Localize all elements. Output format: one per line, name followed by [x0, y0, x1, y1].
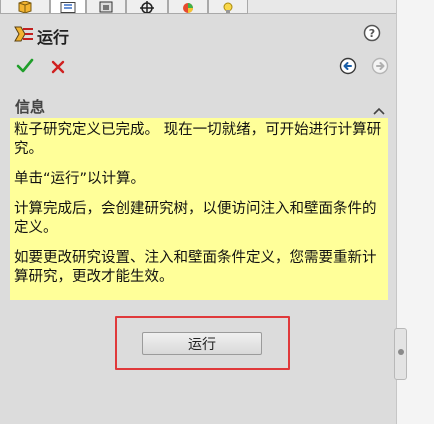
info-group-header[interactable]: 信息 [10, 93, 396, 117]
appearance-icon [183, 3, 193, 13]
forward-arrow-icon[interactable] [371, 57, 389, 79]
tab-dimension[interactable] [126, 0, 168, 14]
property-manager-icon [60, 2, 76, 13]
panel-resize-handle[interactable] [394, 328, 407, 380]
svg-text:?: ? [369, 27, 375, 40]
tab-display[interactable] [208, 0, 248, 14]
flow-run-icon [14, 25, 34, 47]
property-manager-header: 运行 ? [0, 15, 396, 53]
tab-part[interactable] [0, 0, 50, 14]
info-paragraph: 如要更改研究设置、注入和壁面条件定义，您需要重新计算研究，更改才能生效。 [14, 250, 377, 285]
info-paragraph: 单击“运行”以计算。 [14, 171, 146, 187]
lightbulb-icon [223, 2, 233, 13]
run-button[interactable]: 运行 [142, 332, 262, 355]
group-title: 信息 [15, 98, 46, 116]
info-paragraph: 粒子研究定义已完成。 现在一切就绪，可开始进行计算研究。 [14, 122, 382, 157]
tab-property-manager[interactable] [50, 0, 86, 14]
configuration-icon [99, 1, 113, 13]
back-arrow-icon[interactable] [339, 57, 357, 79]
handle-grip-dot [398, 349, 404, 355]
tab-appearance[interactable] [168, 0, 208, 14]
info-paragraph: 计算完成后，会创建研究树，以便访问注入和壁面条件的定义。 [14, 201, 377, 236]
info-message-box: 粒子研究定义已完成。 现在一切就绪，可开始进行计算研究。 单击“运行”以计算。 … [10, 118, 388, 300]
checkmark-icon[interactable] [16, 58, 34, 78]
close-icon[interactable] [51, 59, 65, 78]
action-bar [0, 53, 396, 79]
page-title: 运行 [37, 28, 70, 47]
chevron-up-icon[interactable] [373, 100, 385, 119]
crosshair-icon [140, 1, 154, 13]
tab-strip [0, 0, 434, 14]
help-icon[interactable]: ? [363, 24, 381, 46]
tab-configuration[interactable] [86, 0, 126, 14]
part-icon [18, 1, 32, 13]
